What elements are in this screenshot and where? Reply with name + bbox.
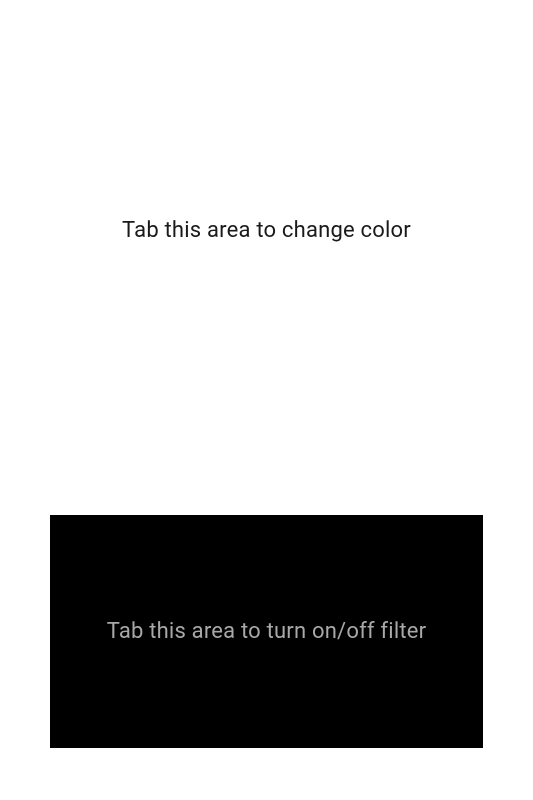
filter-toggle-area[interactable]: Tab this area to turn on/off filter [50, 515, 483, 748]
filter-toggle-label: Tab this area to turn on/off filter [107, 619, 427, 644]
color-change-label: Tab this area to change color [122, 218, 411, 243]
color-change-area[interactable]: Tab this area to change color [0, 0, 533, 500]
